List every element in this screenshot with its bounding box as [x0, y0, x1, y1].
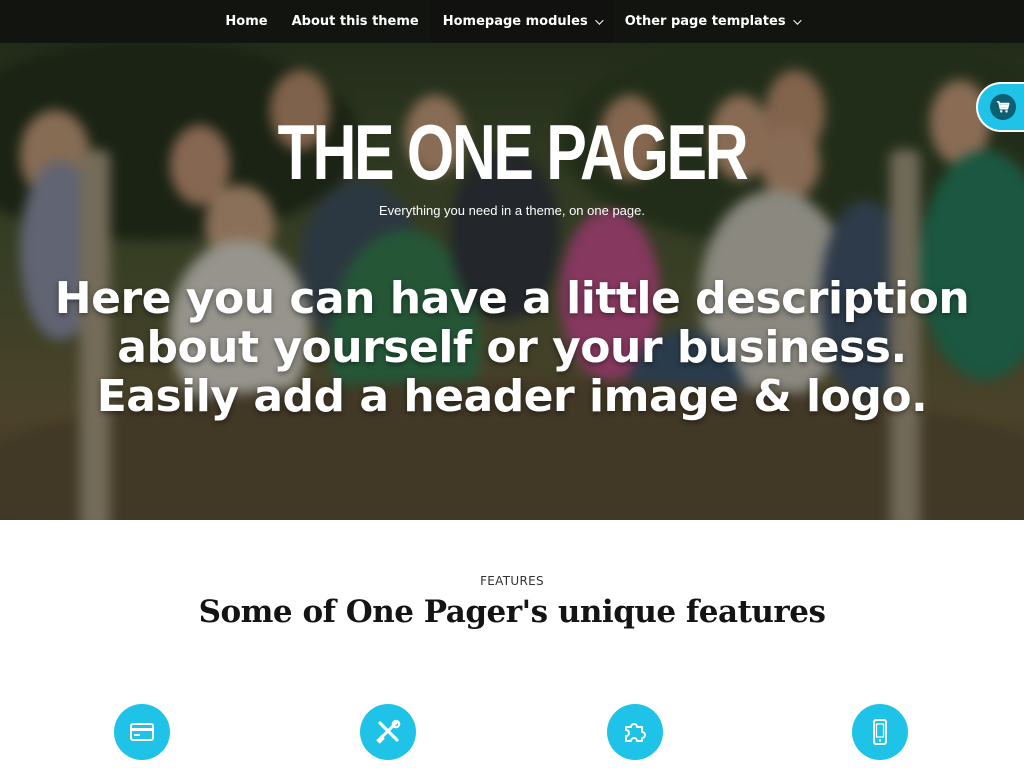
nav-item-about-this-theme[interactable]: About this theme [280, 0, 431, 43]
hero-description: Here you can have a little description a… [54, 273, 970, 422]
cart-icon-badge [990, 94, 1016, 120]
nav-item-other-page-templates[interactable]: Other page templates [613, 0, 811, 43]
hero-section: THE ONE PAGER Everything you need in a t… [0, 0, 1024, 520]
cart-toggle-button[interactable] [976, 82, 1024, 132]
nav-item-label: Home [225, 14, 268, 29]
nav-item-label: Other page templates [624, 14, 786, 29]
feature-puzzle [607, 704, 663, 760]
nav-item-homepage-modules[interactable]: Homepage modules [430, 0, 613, 43]
feature-mobile [852, 704, 908, 760]
nav-item-label: Homepage modules [442, 14, 588, 29]
shopping-cart-icon [996, 100, 1010, 113]
nav-item-label: About this theme [291, 14, 419, 29]
chevron-down-icon [792, 15, 802, 25]
chevron-down-icon [594, 15, 604, 25]
main-navigation: Home About this theme Homepage modules O… [0, 0, 1024, 43]
features-kicker: FEATURES [480, 574, 544, 588]
site-tagline: Everything you need in a theme, on one p… [379, 203, 645, 218]
credit-card-icon [130, 723, 154, 741]
nav-item-home[interactable]: Home [213, 0, 279, 43]
hero-dark-overlay [0, 0, 1024, 520]
site-title[interactable]: THE ONE PAGER [113, 110, 912, 194]
feature-tools [360, 704, 416, 760]
mobile-phone-icon [873, 719, 887, 745]
features-heading: Some of One Pager's unique features [198, 594, 826, 630]
puzzle-piece-icon [625, 723, 646, 742]
tools-icon [376, 719, 401, 744]
feature-credit-card [114, 704, 170, 760]
